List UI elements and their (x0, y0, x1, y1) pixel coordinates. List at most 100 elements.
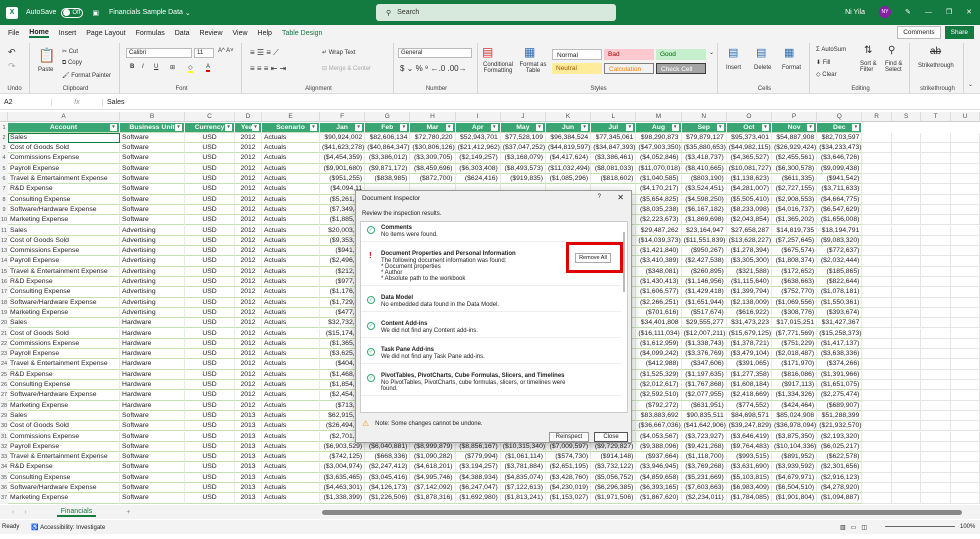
table-cell[interactable]: ($3,732,122) (591, 462, 637, 473)
row-header[interactable]: 23 (0, 349, 8, 360)
find-select-button[interactable]: Find & Select (885, 61, 909, 73)
empty-cell[interactable] (921, 421, 951, 432)
table-cell[interactable]: Actuals (262, 380, 320, 391)
results-scrollbar[interactable] (623, 232, 625, 292)
table-cell[interactable]: ($7,603,663) (681, 483, 727, 494)
close-window-icon[interactable]: ✕ (966, 8, 972, 16)
empty-cell[interactable] (891, 318, 922, 329)
underline-icon[interactable]: U (154, 64, 158, 70)
empty-cell[interactable] (862, 390, 892, 401)
empty-cell[interactable] (950, 246, 980, 257)
empty-cell[interactable] (891, 174, 922, 185)
empty-cell[interactable] (921, 194, 951, 205)
table-cell[interactable]: R&D Expense (8, 277, 120, 288)
empty-cell[interactable] (862, 174, 892, 185)
row-header[interactable]: 21 (0, 328, 8, 339)
table-cell[interactable]: Actuals (262, 462, 320, 473)
table-cell[interactable]: ($891,952) (772, 452, 818, 463)
empty-cell[interactable] (921, 163, 951, 174)
table-cell[interactable]: ($2,908,553) (772, 194, 818, 205)
table-cell[interactable]: ($3,428,760) (546, 472, 592, 483)
column-header[interactable]: F (320, 112, 366, 122)
empty-cell[interactable] (862, 369, 892, 380)
help-button[interactable]: ? (598, 194, 601, 200)
table-cell[interactable]: ($1,040,585) (636, 174, 682, 185)
table-cell[interactable]: Cost of Goods Sold (8, 143, 120, 154)
table-cell[interactable]: Actuals (262, 215, 320, 226)
empty-cell[interactable] (891, 266, 922, 277)
table-cell[interactable]: ($3,376,769) (681, 349, 727, 360)
table-cell[interactable]: ($308,776) (772, 307, 818, 319)
table-cell[interactable]: Actuals (262, 349, 320, 360)
clear-button[interactable]: ◇ Clear (816, 71, 837, 78)
empty-cell[interactable] (950, 163, 980, 174)
empty-cell[interactable] (862, 215, 892, 226)
avatar[interactable]: NY (878, 6, 891, 18)
table-cell[interactable]: ($818,602) (591, 174, 637, 185)
table-cell[interactable]: USD (185, 462, 235, 473)
table-cell[interactable]: ($3,711,633) (817, 184, 863, 195)
column-header[interactable]: P (772, 112, 818, 122)
row-header[interactable]: 5 (0, 163, 8, 174)
table-cell[interactable]: $95,373,401 (726, 132, 772, 144)
table-cell[interactable]: ($1,867,620) (636, 493, 682, 504)
table-cell[interactable]: USD (185, 338, 235, 350)
table-cell[interactable]: ($37,047,252) (500, 143, 546, 154)
table-cell[interactable]: Actuals (262, 225, 320, 236)
table-cell[interactable]: R&D Expense (8, 369, 120, 380)
row-header[interactable]: 13 (0, 246, 8, 257)
tab-review[interactable]: Review (200, 30, 223, 37)
table-cell[interactable]: ($701,616) (636, 307, 682, 319)
table-cell[interactable]: ($9,764,483) (726, 441, 772, 453)
table-cell[interactable]: $17,015,251 (772, 318, 818, 329)
row-header[interactable]: 27 (0, 390, 8, 401)
fill-button[interactable]: ⬇ Fill (816, 59, 830, 66)
table-cell[interactable]: ($7,771,569) (772, 328, 818, 339)
table-cell[interactable]: ($631,951) (681, 400, 727, 411)
table-cell[interactable]: Advertising (120, 256, 185, 267)
table-cell[interactable]: USD (185, 246, 235, 257)
table-cell[interactable]: ($1,061,114) (500, 452, 546, 463)
table-cell[interactable]: Consulting Expense (8, 194, 120, 205)
table-cell[interactable]: $90,835,511 (681, 410, 727, 422)
empty-cell[interactable] (862, 349, 892, 360)
table-cell[interactable]: Actuals (262, 400, 320, 411)
row-header[interactable]: 14 (0, 256, 8, 267)
table-cell[interactable]: Software (120, 143, 185, 154)
column-header[interactable]: G (365, 112, 411, 122)
table-cell[interactable]: Advertising (120, 246, 185, 257)
empty-cell[interactable] (921, 380, 951, 391)
table-cell[interactable]: ($4,664,775) (817, 194, 863, 205)
table-cell[interactable]: 2012 (235, 328, 262, 339)
style-neutral[interactable]: Neutral (552, 63, 602, 74)
empty-cell[interactable] (950, 184, 980, 195)
empty-cell[interactable] (862, 204, 892, 216)
table-cell[interactable]: Actuals (262, 132, 320, 144)
filter-dropdown-icon[interactable]: ▾ (535, 123, 543, 131)
empty-cell[interactable] (891, 132, 922, 144)
table-cell[interactable]: Actuals (262, 483, 320, 494)
table-cell[interactable]: USD (185, 421, 235, 432)
empty-cell[interactable] (891, 184, 922, 195)
table-header-oct[interactable]: Oct ▾ (726, 122, 772, 133)
table-cell[interactable]: Actuals (262, 174, 320, 185)
table-cell[interactable]: USD (185, 287, 235, 298)
empty-cell[interactable] (950, 153, 980, 164)
table-cell[interactable]: ($1,808,374) (772, 256, 818, 267)
table-cell[interactable]: ($1,692,980) (455, 493, 501, 504)
empty-cell[interactable] (950, 369, 980, 380)
table-cell[interactable]: Actuals (262, 431, 320, 442)
table-cell[interactable]: ($21,932,570) (817, 421, 863, 432)
table-cell[interactable]: Marketing Expense (8, 215, 120, 226)
sort-filter-button[interactable]: Sort & Filter (860, 61, 882, 73)
table-cell[interactable]: Actuals (262, 410, 320, 422)
table-cell[interactable]: ($8,459,696) (410, 163, 456, 174)
table-cell[interactable]: USD (185, 277, 235, 288)
empty-cell[interactable] (891, 246, 922, 257)
table-cell[interactable]: Travel & Entertainment Expense (8, 359, 120, 370)
table-cell[interactable]: 2012 (235, 225, 262, 236)
table-cell[interactable]: 2013 (235, 410, 262, 422)
row-header[interactable]: 16 (0, 277, 8, 288)
table-cell[interactable]: ($2,012,617) (636, 380, 682, 391)
table-cell[interactable]: $90,924,002 (320, 132, 366, 144)
